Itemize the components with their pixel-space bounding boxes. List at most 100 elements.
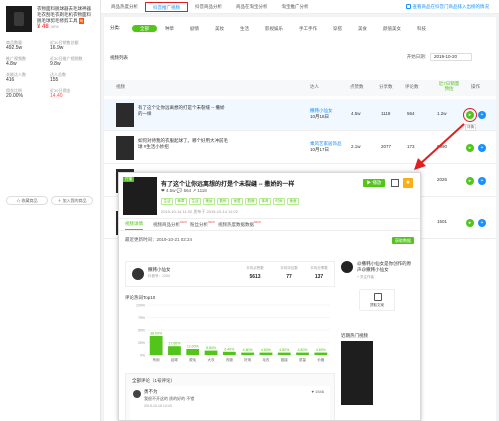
popup-tab[interactable]: 视频商品分析 NEW <box>153 220 187 230</box>
stat-value: 155 <box>50 77 59 83</box>
add-icon[interactable]: + <box>478 144 486 152</box>
bar-value-label: 38.00% <box>150 332 162 336</box>
th-author[interactable]: 达人 <box>310 84 319 90</box>
tab-douyin-videos[interactable]: 抖音推广视频 <box>145 1 188 12</box>
video-tag: 美妆 <box>203 198 215 205</box>
add-icon[interactable]: + <box>478 219 486 227</box>
video-tag: 数码 <box>217 198 229 205</box>
th-likes[interactable]: 点赞数 <box>350 84 364 90</box>
category-item[interactable]: 剧情 <box>182 25 207 32</box>
popup-tab[interactable]: 视频热度数据数据 NEW <box>218 220 261 230</box>
x-tick-label: 价格 <box>317 357 324 362</box>
th-shares[interactable]: 分享数 <box>379 84 393 90</box>
tab-taobao-promo[interactable]: 淘宝推广分析 <box>275 2 316 12</box>
popup-thumbnail[interactable]: 在播 <box>123 177 157 215</box>
stat-value: 9.8w <box>50 61 61 67</box>
add-icon[interactable]: + <box>478 111 486 119</box>
video-sales: 1501 <box>437 219 448 224</box>
qr-code-icon[interactable] <box>391 179 399 187</box>
video-thumbnail[interactable] <box>116 103 134 127</box>
x-tick-label: 脱毛 <box>189 357 196 362</box>
popup-tab[interactable]: 视频详情 <box>125 221 143 230</box>
product-image[interactable] <box>6 6 32 32</box>
table-header: 视频 达人 点赞数 分享数 评论数 近7日销量预估 操作 <box>104 80 496 96</box>
date-filter: 开始日期: 2019-10-20 <box>407 53 472 61</box>
get-data-button[interactable]: 获取数据 <box>392 237 414 244</box>
stat-value: 14.40 <box>50 93 63 99</box>
category-item[interactable]: 影视娱乐 <box>257 25 291 32</box>
popup-live-tag: 在播 <box>123 177 134 182</box>
bar-value-label: 6.40% <box>224 347 234 351</box>
comment-words-chart: 100% 75% 50% 25% 0% 38.00% 有用 17.60% 起球 12.00% 脱毛 8… <box>136 304 330 362</box>
chart-bar <box>277 352 291 355</box>
category-item[interactable]: 美食 <box>350 25 375 32</box>
category-item[interactable]: 颜值美女 <box>375 25 409 32</box>
add-icon[interactable]: + <box>478 177 486 185</box>
extract-copy-label: 提取文案 <box>370 303 384 307</box>
comment-item: 勇不为 我很不开这的 质的好的 不错 2019-10-16 10:43 ♥ 15… <box>130 386 330 420</box>
play-button[interactable]: ▶ 播放 <box>363 179 385 187</box>
avatar[interactable] <box>341 261 353 273</box>
y-tick-label: 25% <box>138 341 145 345</box>
video-thumbnail[interactable] <box>116 136 134 160</box>
category-item[interactable]: 手工手作 <box>291 25 325 32</box>
bar-value-label: 4.80% <box>243 348 253 352</box>
avatar[interactable] <box>132 268 144 280</box>
add-my-product-button[interactable]: ＋ 加入我的商品 <box>51 196 93 205</box>
comment-text: 我很不开这的 质的好的 不错 <box>144 396 195 401</box>
detail-icon[interactable]: ▸ <box>466 219 474 227</box>
popup-tab[interactable]: 粉丝分析 NEW <box>190 220 215 230</box>
x-tick-label: 大衣 <box>208 357 215 362</box>
x-tick-label: 毛衣 <box>262 357 269 362</box>
product-panel: 衣物面料脱球器去毛球神器毛衣刮毛衣剃毛机衣物面料脱毛球剪毛修剪工具淘 ¥ 48 4… <box>0 0 101 421</box>
popup-sidebar: @撒韩小仙女是你创作的原声@撒韩小仙女 + 关注作者 提取文案 近期热门视频 <box>341 261 419 420</box>
comments-section: 全部评论（1号评论） 勇不为 我很不开这的 质的好的 不错 2019-10-16… <box>125 373 335 420</box>
popup-time: 2019-10-14 11:02 发布于 2019-10-14 11:02 <box>161 209 238 214</box>
annotation-arrow <box>414 123 465 170</box>
category-item[interactable]: 美妆 <box>207 25 232 32</box>
collect-product-button[interactable]: ☆ 收藏商品 <box>6 196 48 205</box>
product-name[interactable]: 衣物面料脱球器去毛球神器毛衣刮毛衣剃毛机衣物面料脱毛球剪毛修剪工具淘 <box>37 6 94 24</box>
category-item[interactable]: 种草 <box>157 25 182 32</box>
tab-heat-analysis[interactable]: 商品热度分析 <box>104 2 145 12</box>
category-item[interactable]: 生活 <box>232 25 257 32</box>
rank-link[interactable]: 查看商品在抖音门商品排入出榜的情况 <box>405 4 489 10</box>
video-comments: 564 <box>407 111 415 116</box>
category-list: 全部 种草 剧情 美妆 生活 影视娱乐 手工手作 穿搭 美食 颜值美女 科技 <box>132 24 434 32</box>
y-tick-label: 50% <box>138 329 145 333</box>
avatar <box>133 390 141 398</box>
follow-link[interactable]: + 关注作者 <box>357 275 374 280</box>
date-label: 开始日期: <box>406 54 426 59</box>
chart-bar <box>168 346 181 355</box>
video-likes: 4.5w <box>351 111 361 116</box>
hot-video-thumbnail[interactable] <box>341 341 373 405</box>
video-sales: 2026 <box>437 177 448 182</box>
th-sales[interactable]: 近7日销量预估 <box>437 81 461 91</box>
stat-value: 416 <box>6 77 15 83</box>
category-item[interactable]: 全部 <box>132 24 157 32</box>
th-comments[interactable]: 评论数 <box>405 84 419 90</box>
extract-copy-button[interactable]: 提取文案 <box>359 289 395 311</box>
video-tag: 美食 <box>287 198 299 205</box>
stat-item: 佣金比例 20.00% <box>6 88 50 99</box>
stat-item: 关联达人数 416 <box>6 72 50 83</box>
video-title[interactable]: 如何对待我的衣服起球了。哪个好用大冲前毛球 #生活小妙招 <box>138 138 228 150</box>
chart-bar <box>259 352 273 355</box>
tab-taobao-product[interactable]: 商品在淘宝分析 <box>229 2 275 12</box>
comment-date: 2019-10-16 10:43 <box>144 404 172 408</box>
bar-value-label: 4.80% <box>316 348 326 352</box>
external-link-icon <box>405 4 411 9</box>
author-name[interactable]: 撒韩小仙女 <box>148 267 171 273</box>
video-title[interactable]: 有了这个让你远离想的打是个未裂缝 -- 撒娇的一样 <box>138 105 228 117</box>
video-tag: 生活 <box>161 198 173 205</box>
sidebar-author[interactable]: @撒韩小仙女是你创作的原声@撒韩小仙女 <box>357 261 415 273</box>
tab-douyin-product[interactable]: 抖音商品分析 <box>188 2 229 12</box>
category-item[interactable]: 科技 <box>409 25 434 32</box>
detail-icon[interactable]: ▸ <box>466 177 474 185</box>
star-icon[interactable]: ★ <box>403 178 413 188</box>
category-item[interactable]: 穿搭 <box>325 25 350 32</box>
comments-heading: 全部评论（1号评论） <box>132 378 176 383</box>
bar-value-label: 8.80% <box>206 346 216 350</box>
chart-bar <box>186 349 200 355</box>
date-input[interactable]: 2019-10-20 <box>430 53 472 61</box>
